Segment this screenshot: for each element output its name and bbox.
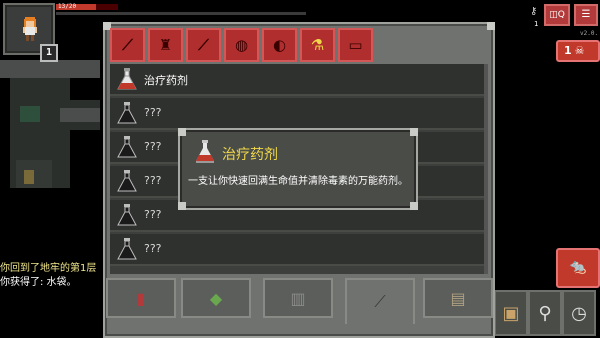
item-name: 治疗药剂 <box>144 74 188 87</box>
item-name: ??? <box>144 208 162 221</box>
journal-button[interactable]: ◫Q <box>544 4 570 26</box>
pouch-icon: ◆ <box>209 288 223 308</box>
potion-icon: ⚗ <box>310 36 325 54</box>
popup-corner <box>410 202 418 210</box>
backpack-icon: ▣ <box>502 302 520 324</box>
search-button[interactable]: ⚲ <box>528 290 562 336</box>
tab-ring[interactable]: ◍ <box>224 28 259 62</box>
window-corner <box>487 22 495 30</box>
list-item[interactable]: ??? <box>110 98 488 130</box>
item-name: ??? <box>144 140 162 153</box>
ring-icon: ◍ <box>234 36 249 54</box>
healing-potion-icon <box>196 140 214 163</box>
hero-sprite-icon <box>23 17 37 41</box>
log-line: 你获得了: 水袋。 <box>0 277 77 288</box>
quiver-icon: ▥ <box>290 288 306 308</box>
tab-sword[interactable]: ⟋ <box>110 28 145 62</box>
menu-button[interactable]: ☰ <box>574 4 598 26</box>
rat-icon: 🐀 <box>569 259 587 275</box>
list-item[interactable]: ??? <box>110 234 488 266</box>
item-name: ??? <box>144 106 162 119</box>
key-count: 1 <box>534 20 539 28</box>
item-name: ??? <box>144 174 162 187</box>
wand-icon: ⟋ <box>198 36 209 54</box>
armor-icon: ♜ <box>158 36 173 54</box>
danger-indicator-button[interactable]: 1 ☠ <box>556 40 600 62</box>
key-icon: ⚷ <box>530 6 538 17</box>
artifact-icon: ◐ <box>272 36 287 54</box>
popup-description: 一支让你快速回满生命值并清除毒素的万能药剂。 <box>188 176 408 187</box>
backpack-button[interactable]: ▣ <box>494 290 528 336</box>
scroll-holder-icon: ▤ <box>450 288 466 308</box>
hp-text: 13/20 <box>58 3 77 10</box>
magnifier-icon: ⚲ <box>538 302 552 324</box>
tab-armor[interactable]: ♜ <box>148 28 183 62</box>
popup-corner <box>178 128 186 136</box>
list-item[interactable]: 治疗药剂 <box>110 64 488 96</box>
scrollbar[interactable] <box>484 64 488 274</box>
item-name: ??? <box>144 242 162 255</box>
unknown-potion-icon <box>117 204 137 226</box>
popup-corner <box>410 128 418 136</box>
unknown-potion-icon <box>117 238 137 260</box>
game-log: 你回到了地牢的第1层 你获得了: 水袋。 <box>0 262 96 290</box>
scroll-icon: ▭ <box>348 36 363 54</box>
tab-artifact[interactable]: ◐ <box>262 28 297 62</box>
healing-potion-icon <box>117 68 137 90</box>
depth-badge: 1 <box>40 44 58 62</box>
unknown-potion-icon <box>117 170 137 192</box>
exp-bar <box>56 12 306 15</box>
danger-count: 1 <box>564 44 572 57</box>
clock-icon: ◷ <box>571 302 587 324</box>
spellbook-icon: ▮ <box>136 288 146 308</box>
popup-title: 治疗药剂 <box>222 147 278 163</box>
log-line: 你回到了地牢的第1层 <box>0 263 97 274</box>
attack-target-button[interactable]: 🐀 <box>556 248 600 288</box>
container-tab-pouch[interactable]: ◆ <box>181 278 251 318</box>
tab-potion[interactable]: ⚗ <box>300 28 335 62</box>
unknown-potion-icon <box>117 102 137 124</box>
tab-scroll[interactable]: ▭ <box>338 28 373 62</box>
popup-corner <box>178 202 186 210</box>
version-label: v2.0. <box>580 30 599 37</box>
container-tab-scroll-holder[interactable]: ▤ <box>423 278 493 318</box>
skull-icon: ☠ <box>574 44 585 57</box>
tab-wand[interactable]: ⟋ <box>186 28 221 62</box>
container-tab-spellbook[interactable]: ▮ <box>106 278 176 318</box>
wait-button[interactable]: ◷ <box>562 290 596 336</box>
sword-icon: ⟋ <box>122 36 133 54</box>
sword-icon: ⟋ <box>374 292 386 311</box>
unknown-potion-icon <box>117 136 137 158</box>
container-tab-quiver[interactable]: ▥ <box>263 278 333 318</box>
container-tab-sword[interactable]: ⟋ <box>345 278 415 324</box>
category-tabs: ⟋ ♜ ⟋ ◍ ◐ ⚗ ▭ <box>110 28 373 62</box>
